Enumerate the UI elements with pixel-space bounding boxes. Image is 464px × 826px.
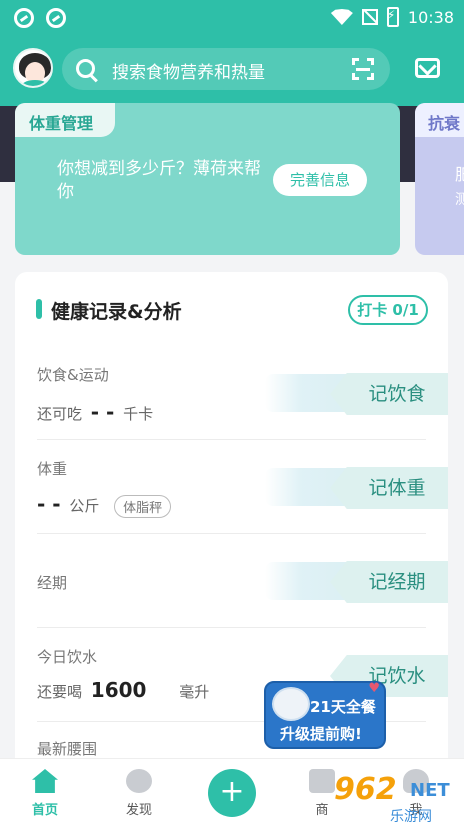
watermark-logo: 962 NET 乐游网 bbox=[330, 772, 464, 826]
row-label: 经期 bbox=[37, 574, 68, 592]
food-plate-icon bbox=[272, 687, 310, 721]
body-fat-scale-button[interactable]: 体脂秤 bbox=[114, 495, 172, 518]
scan-icon[interactable] bbox=[352, 58, 374, 80]
promo-badge[interactable]: ♥ 21天全餐 升级提前购! bbox=[264, 681, 386, 749]
anti-aging-banner[interactable]: 抗衰 肥 测 bbox=[415, 103, 464, 255]
tab-label: 发现 bbox=[125, 803, 152, 818]
search-bar[interactable]: 搜索食物营养和热量 bbox=[62, 48, 390, 90]
wifi-icon bbox=[330, 9, 353, 25]
value-unit: 千卡 bbox=[123, 405, 154, 423]
banner-message: 你想减到多少斤？薄荷来帮你 bbox=[57, 159, 261, 202]
tab-label: 首页 bbox=[31, 803, 58, 818]
watermark-number: 962 bbox=[334, 772, 397, 807]
row-label: 最新腰围 bbox=[37, 740, 98, 758]
log-diet-button[interactable]: 记饮食 bbox=[330, 373, 448, 415]
row-value: - - 公斤 体脂秤 bbox=[37, 492, 172, 518]
value-prefix: 还要喝 bbox=[37, 683, 83, 701]
weight-management-banner[interactable]: 体重管理 你想减到多少斤？薄荷来帮你 完善信息 bbox=[15, 103, 400, 255]
heart-icon: ♥ bbox=[368, 681, 380, 696]
watermark-site: 乐游网 bbox=[390, 809, 432, 825]
banner-text: 肥 bbox=[455, 165, 464, 184]
promo-line1: 21天全餐 bbox=[310, 698, 376, 716]
diet-exercise-row[interactable]: 饮食&运动 还可吃 - - 千卡 记饮食 bbox=[15, 346, 448, 440]
watermark-net: NET bbox=[410, 780, 450, 801]
water-value: 1600 bbox=[90, 678, 147, 702]
value-unit: 公斤 bbox=[69, 497, 100, 515]
avatar[interactable] bbox=[13, 48, 53, 88]
no-signal-icon bbox=[361, 9, 378, 25]
avatar-body bbox=[21, 80, 49, 86]
system-icons: 10:38 bbox=[330, 7, 454, 27]
add-button[interactable]: + bbox=[208, 769, 256, 817]
period-row[interactable]: 经期 记经期 bbox=[15, 534, 448, 628]
promo-line2: 升级提前购! bbox=[280, 725, 362, 743]
mail-icon[interactable] bbox=[415, 58, 440, 78]
banner-tag: 体重管理 bbox=[15, 103, 115, 137]
search-icon bbox=[76, 59, 95, 78]
home-icon bbox=[32, 769, 58, 793]
battery-icon bbox=[386, 7, 399, 27]
calories-value: - - bbox=[90, 400, 115, 424]
app-notification-icon bbox=[14, 8, 34, 28]
value-unit: 毫升 bbox=[179, 683, 210, 701]
weight-value: - - bbox=[37, 492, 61, 516]
row-value: 还要喝 1600 毫升 bbox=[37, 678, 209, 702]
log-period-button[interactable]: 记经期 bbox=[330, 561, 448, 603]
row-label: 体重 bbox=[37, 460, 68, 478]
tab-home[interactable]: 首页 bbox=[15, 769, 75, 818]
notification-icons bbox=[14, 8, 66, 28]
chat-icon bbox=[126, 769, 152, 793]
banner-tag: 抗衰 bbox=[415, 103, 464, 137]
app-notification-icon bbox=[46, 8, 66, 28]
card-title: 健康记录&分析 bbox=[51, 301, 182, 323]
title-accent-bar bbox=[36, 299, 42, 319]
row-label: 饮食&运动 bbox=[37, 366, 109, 384]
log-weight-button[interactable]: 记体重 bbox=[330, 467, 448, 509]
complete-info-button[interactable]: 完善信息 bbox=[273, 164, 367, 196]
row-label: 今日饮水 bbox=[37, 648, 98, 666]
top-header: 搜索食物营养和热量 bbox=[0, 36, 464, 106]
row-value: 还可吃 - - 千卡 bbox=[37, 400, 153, 424]
tab-discover[interactable]: 发现 bbox=[109, 769, 169, 818]
weight-row[interactable]: 体重 - - 公斤 体脂秤 记体重 bbox=[15, 440, 448, 534]
clock: 10:38 bbox=[407, 7, 454, 27]
status-bar: 10:38 bbox=[0, 0, 464, 36]
banner-text: 测 bbox=[455, 192, 464, 208]
value-prefix: 还可吃 bbox=[37, 405, 83, 423]
checkin-button[interactable]: 打卡 0/1 bbox=[348, 295, 428, 325]
search-placeholder: 搜索食物营养和热量 bbox=[112, 63, 265, 83]
